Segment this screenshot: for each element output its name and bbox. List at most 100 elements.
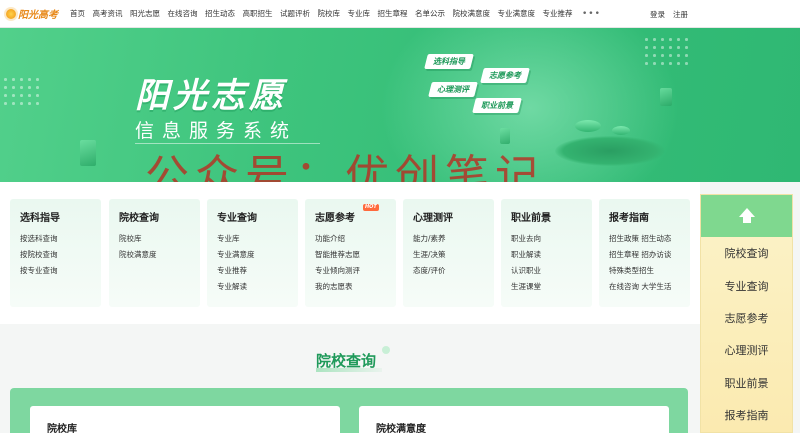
sidebar-item-school-query[interactable]: 院校查询 xyxy=(701,237,792,269)
nav-link-volunteer[interactable]: 阳光志愿 xyxy=(130,8,160,19)
sidebar-item-major-query[interactable]: 专业查询 xyxy=(701,269,792,301)
sidebar-items: 院校查询 专业查询 志愿参考 心理测评 职业前景 报考指南 xyxy=(701,237,792,431)
nav-link-consult[interactable]: 在线咨询 xyxy=(168,8,198,19)
decor-disk-2 xyxy=(612,126,630,135)
sidebar-item-volunteer-reference[interactable]: 志愿参考 xyxy=(701,302,792,334)
card-link[interactable]: 职业解读 xyxy=(511,247,592,263)
chip-label: 选科指导 xyxy=(433,57,465,66)
card-link[interactable]: 在线咨询 大学生活 xyxy=(609,279,690,295)
nav-link-exam-review[interactable]: 试题评析 xyxy=(280,8,310,19)
nav-link-school-satisfaction[interactable]: 院校满意度 xyxy=(453,8,491,19)
card-title: 心理测评 xyxy=(413,213,453,224)
dot-pattern-left xyxy=(4,78,44,118)
chip-volunteer-reference[interactable]: 志愿参考 xyxy=(480,68,530,83)
card-title: 选科指导 xyxy=(20,213,60,224)
watermark-text: 公众号：优创笔记 xyxy=(145,151,545,182)
decor-cube-3 xyxy=(660,88,672,106)
card-link[interactable]: 院校库 xyxy=(119,231,200,247)
sidebar-item-career-outlook[interactable]: 职业前景 xyxy=(701,367,792,399)
card-subject-guidance: 选科指导 按选科查询 按院校查询 按专业查询 xyxy=(10,199,101,307)
chip-career-outlook[interactable]: 职业前景 xyxy=(472,98,522,113)
nav-link-home[interactable]: 首页 xyxy=(70,8,85,19)
decor-disk-1 xyxy=(575,120,601,132)
chip-label: 志愿参考 xyxy=(489,71,521,80)
banner-subtitle: 信息服务系统 xyxy=(135,120,298,142)
decor-cube-1 xyxy=(80,140,96,166)
card-link[interactable]: 专业推荐 xyxy=(217,263,298,279)
card-psych-test: 心理测评 能力/素养 生涯/决策 态度/评价 xyxy=(403,199,494,307)
card-link[interactable]: 生涯/决策 xyxy=(413,247,494,263)
card-title: 专业查询 xyxy=(217,213,257,224)
nav-link-major-satisfaction[interactable]: 专业满意度 xyxy=(498,8,536,19)
card-title: 院校查询 xyxy=(119,213,159,224)
card-link[interactable]: 专业满意度 xyxy=(217,247,298,263)
card-link[interactable]: 招生章程 招办访谈 xyxy=(609,247,690,263)
card-title: 院校满意度 xyxy=(376,424,426,433)
sun-icon xyxy=(6,8,16,19)
card-link[interactable]: 专业解读 xyxy=(217,279,298,295)
card-link[interactable]: 院校满意度 xyxy=(119,247,200,263)
card-link[interactable]: 能力/素养 xyxy=(413,231,494,247)
card-link[interactable]: 专业倾向测评 xyxy=(315,263,396,279)
card-link[interactable]: 功能介绍 xyxy=(315,231,396,247)
section-title: 院校查询 xyxy=(316,352,377,370)
dot-pattern-right xyxy=(645,38,695,78)
card-link[interactable]: 态度/评价 xyxy=(413,263,494,279)
section-heading: 院校查询 xyxy=(316,346,390,372)
card-link[interactable]: 按院校查询 xyxy=(20,247,101,263)
site-logo[interactable]: 阳光高考 xyxy=(6,3,62,25)
banner-title: 阳光志愿 xyxy=(135,76,287,116)
card-career-outlook: 职业前景 职业去向 职业解读 认识职业 生涯课堂 xyxy=(501,199,592,307)
arrow-up-icon xyxy=(738,208,756,224)
nav-link-school-db[interactable]: 院校库 xyxy=(318,8,341,19)
nav-link-major-db[interactable]: 专业库 xyxy=(348,8,371,19)
card-link[interactable]: 按选科查询 xyxy=(20,231,101,247)
nav-link-charter[interactable]: 招生章程 xyxy=(378,8,408,19)
hero-banner: 阳光志愿 信息服务系统 选科指导 志愿参考 心理测评 职业前景 公众号：优创笔记 xyxy=(0,28,800,182)
nav-link-publicity[interactable]: 名单公示 xyxy=(415,8,445,19)
login-link[interactable]: 登录 xyxy=(650,9,665,20)
nav-links: 首页 高考资讯 阳光志愿 在线咨询 招生动态 高职招生 试题评析 院校库 专业库… xyxy=(70,8,601,19)
logo-text: 阳光高考 xyxy=(18,10,58,21)
top-nav: 阳光高考 首页 高考资讯 阳光志愿 在线咨询 招生动态 高职招生 试题评析 院校… xyxy=(0,0,800,28)
quick-nav-sidebar: 院校查询 专业查询 志愿参考 心理测评 职业前景 报考指南 xyxy=(700,194,793,433)
hot-badge: HOT xyxy=(363,204,379,211)
card-link[interactable]: 专业库 xyxy=(217,231,298,247)
school-satisfaction-card[interactable]: 院校满意度 xyxy=(359,406,669,433)
nav-link-major-recommend[interactable]: 专业推荐 xyxy=(543,8,573,19)
card-link[interactable]: 按专业查询 xyxy=(20,263,101,279)
card-link[interactable]: 特殊类型招生 xyxy=(609,263,690,279)
decor-platform xyxy=(555,136,665,166)
school-db-card[interactable]: 院校库 xyxy=(30,406,340,433)
card-school-query: 院校查询 院校库 院校满意度 xyxy=(109,199,200,307)
back-to-top-button[interactable] xyxy=(701,195,792,237)
card-volunteer-reference: 志愿参考 HOT 功能介绍 智能推荐志愿 专业倾向测评 我的志愿表 xyxy=(305,199,396,307)
category-panel: 选科指导 按选科查询 按院校查询 按专业查询 院校查询 院校库 院校满意度 专业… xyxy=(0,182,700,324)
chip-psych-test[interactable]: 心理测评 xyxy=(428,82,478,97)
card-application-guide: 报考指南 招生政策 招生动态 招生章程 招办访谈 特殊类型招生 在线咨询 大学生… xyxy=(599,199,690,307)
card-title: 报考指南 xyxy=(609,213,649,224)
card-title-text: 志愿参考 xyxy=(315,213,355,224)
auth-links: 登录 注册 xyxy=(642,9,688,20)
sidebar-item-psych-test[interactable]: 心理测评 xyxy=(701,334,792,366)
card-link[interactable]: 我的志愿表 xyxy=(315,279,396,295)
card-title: 院校库 xyxy=(47,424,77,433)
nav-link-admissions[interactable]: 招生动态 xyxy=(205,8,235,19)
chip-subject-guidance[interactable]: 选科指导 xyxy=(424,54,474,69)
page: 阳光高考 首页 高考资讯 阳光志愿 在线咨询 招生动态 高职招生 试题评析 院校… xyxy=(0,0,800,433)
nav-link-news[interactable]: 高考资讯 xyxy=(93,8,123,19)
card-link[interactable]: 智能推荐志愿 xyxy=(315,247,396,263)
chip-label: 心理测评 xyxy=(437,85,469,94)
more-icon[interactable]: ••• xyxy=(582,9,601,19)
card-major-query: 专业查询 专业库 专业满意度 专业推荐 专业解读 xyxy=(207,199,298,307)
chip-label: 职业前景 xyxy=(481,101,513,110)
card-title: 志愿参考 HOT xyxy=(315,204,396,224)
card-link[interactable]: 招生政策 招生动态 xyxy=(609,231,690,247)
nav-link-vocational[interactable]: 高职招生 xyxy=(243,8,273,19)
card-link[interactable]: 生涯课堂 xyxy=(511,279,592,295)
card-link[interactable]: 认识职业 xyxy=(511,263,592,279)
sidebar-item-application-guide[interactable]: 报考指南 xyxy=(701,399,792,431)
card-title: 职业前景 xyxy=(511,213,551,224)
register-link[interactable]: 注册 xyxy=(673,9,688,20)
card-link[interactable]: 职业去向 xyxy=(511,231,592,247)
